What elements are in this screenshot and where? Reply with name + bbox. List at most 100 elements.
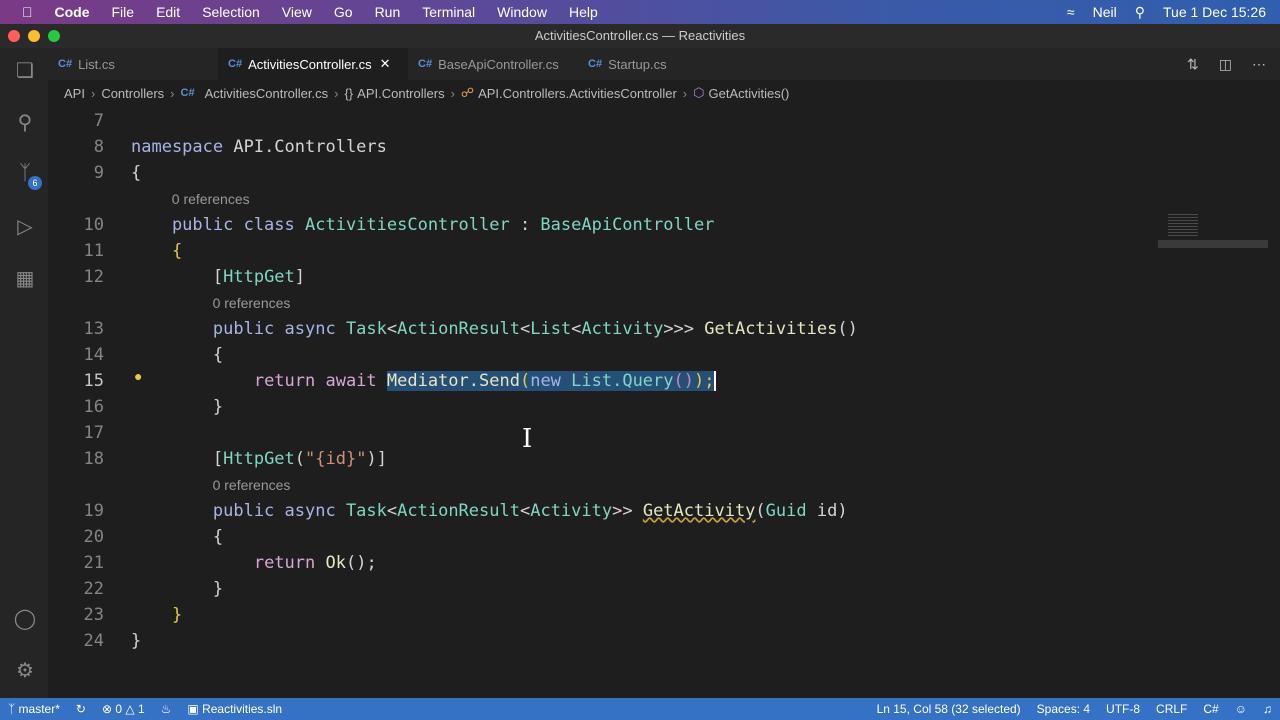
code-token: ActionResult (397, 501, 520, 521)
code-text: { (131, 160, 141, 186)
line-number: 22 (83, 579, 104, 599)
tab-startup-cs[interactable]: C# Startup.cs (578, 48, 748, 80)
breadcrumb-controllers[interactable]: Controllers (101, 86, 164, 101)
menu-window[interactable]: Window (497, 4, 547, 20)
settings-gear-icon[interactable]: ⚙ (12, 658, 38, 684)
close-window-button[interactable] (8, 30, 20, 42)
code-token: )] (366, 449, 387, 469)
code-line: 17 (48, 420, 1248, 446)
code-text: [HttpGet("{id}")] (131, 446, 387, 472)
breadcrumb-namespace[interactable]: API.Controllers (357, 86, 444, 101)
code-token: (); (345, 553, 377, 573)
window-titlebar: ActivitiesController.cs — Reactivities (0, 24, 1280, 48)
problems-indicator[interactable]: ⊗ 0 △ 1 (102, 702, 145, 716)
line-number: 18 (83, 449, 104, 469)
spotlight-icon[interactable]: ⚲ (1135, 4, 1145, 21)
flame-icon[interactable]: ♨ (161, 702, 172, 716)
clock[interactable]: Tue 1 Dec 15:26 (1163, 4, 1266, 20)
menu-help[interactable]: Help (569, 4, 598, 20)
code-token: < (519, 319, 531, 339)
codelens-references[interactable]: 0 references (172, 186, 250, 212)
tab-baseapicontroller-cs[interactable]: C# BaseApiController.cs (408, 48, 578, 80)
cursor-position[interactable]: Ln 15, Col 58 (32 selected) (877, 702, 1021, 716)
tab-label: ActivitiesController.cs (248, 56, 372, 72)
warning-count: 1 (137, 702, 145, 716)
breadcrumb-file[interactable]: ActivitiesController.cs (205, 86, 329, 101)
branch-indicator[interactable]: ᛉ master* (8, 702, 60, 716)
feedback-icon[interactable]: ☺ (1235, 702, 1247, 716)
code-text: [HttpGet] (131, 264, 305, 290)
open-changes-icon[interactable]: ⇅ (1187, 56, 1199, 73)
code-text: public async Task<ActionResult<Activity>… (131, 498, 848, 524)
csharp-icon: C# (588, 58, 603, 70)
codelens-references[interactable]: 0 references (213, 472, 291, 498)
tab-activitiescontroller-cs[interactable]: C# ActivitiesController.cs ✕ (218, 48, 408, 80)
extensions-icon[interactable]: ▦ (12, 266, 38, 292)
code-token: [ (131, 267, 224, 287)
code-token: < (519, 501, 531, 521)
code-token: { (131, 241, 183, 261)
menu-go[interactable]: Go (334, 4, 353, 20)
language-mode[interactable]: C# (1203, 702, 1218, 716)
account-icon[interactable]: ◯ (12, 606, 38, 632)
code-line: 13 public async Task<ActionResult<List<A… (48, 316, 1248, 342)
tab-label: List.cs (78, 56, 115, 72)
indentation[interactable]: Spaces: 4 (1037, 702, 1090, 716)
lightbulb-icon[interactable]: ● (134, 368, 142, 384)
code-token: return (253, 553, 326, 573)
run-debug-icon[interactable]: ▷ (12, 214, 38, 240)
code-text: public async Task<ActionResult<List<Acti… (131, 316, 858, 342)
line-number: 13 (83, 319, 104, 339)
code-token: : (509, 215, 541, 235)
menu-edit[interactable]: Edit (156, 4, 180, 20)
code-text: return await Mediator.Send(new List.Quer… (131, 368, 717, 394)
line-number: 12 (83, 267, 104, 287)
breadcrumb-method[interactable]: GetActivities() (708, 86, 789, 101)
code-text: } (131, 628, 141, 654)
maximize-window-button[interactable] (48, 30, 60, 42)
menu-run[interactable]: Run (375, 4, 401, 20)
line-number: 11 (83, 241, 104, 261)
apple-icon[interactable]:  (22, 4, 33, 20)
csharp-icon: C# (418, 58, 433, 70)
breadcrumb-api[interactable]: API (64, 86, 85, 101)
encoding[interactable]: UTF-8 (1106, 702, 1140, 716)
explorer-icon[interactable]: ❏ (12, 58, 38, 84)
menu-app[interactable]: Code (55, 4, 90, 20)
code-token: ( (294, 449, 306, 469)
source-control-icon[interactable]: ᛉ6 (12, 162, 42, 190)
menu-terminal[interactable]: Terminal (422, 4, 475, 20)
code-line: 9{ (48, 160, 1248, 186)
line-ending[interactable]: CRLF (1156, 702, 1187, 716)
split-editor-icon[interactable]: ◫ (1219, 56, 1232, 73)
line-number: 14 (83, 345, 104, 365)
search-icon[interactable]: ⚲ (12, 110, 38, 136)
menu-view[interactable]: View (282, 4, 312, 20)
code-line: 11 { (48, 238, 1248, 264)
close-tab-icon[interactable]: ✕ (380, 56, 391, 72)
menu-file[interactable]: File (112, 4, 135, 20)
sync-icon[interactable]: ↻ (76, 702, 86, 716)
line-number: 20 (83, 527, 104, 547)
tab-list-cs[interactable]: C# List.cs (48, 48, 218, 80)
codelens-references[interactable]: 0 references (213, 290, 291, 316)
code-token: namespace (131, 137, 234, 157)
code-editor[interactable]: 7 8 namespace API.Controllers 9{0 reference… (48, 108, 1280, 698)
wifi-icon[interactable]: ≈ (1067, 4, 1075, 20)
menu-selection[interactable]: Selection (202, 4, 260, 20)
line-number: 21 (83, 553, 104, 573)
code-token: ( (755, 501, 766, 521)
code-line: 12 [HttpGet] (48, 264, 1248, 290)
code-token: List.Query (571, 371, 674, 391)
solution-indicator[interactable]: ▣ Reactivities.sln (187, 702, 282, 716)
more-actions-icon[interactable]: ⋯ (1252, 56, 1266, 73)
minimap[interactable] (1158, 212, 1268, 252)
minimize-window-button[interactable] (28, 30, 40, 42)
line-number: 8 (93, 137, 104, 157)
menubar-user[interactable]: Neil (1093, 4, 1117, 20)
code-token: Task (345, 501, 387, 521)
code-token: return await (253, 371, 387, 391)
breadcrumb-class[interactable]: API.Controllers.ActivitiesController (478, 86, 677, 101)
chevron-right-icon: › (90, 85, 96, 101)
notifications-icon[interactable]: ♫ (1263, 702, 1272, 716)
